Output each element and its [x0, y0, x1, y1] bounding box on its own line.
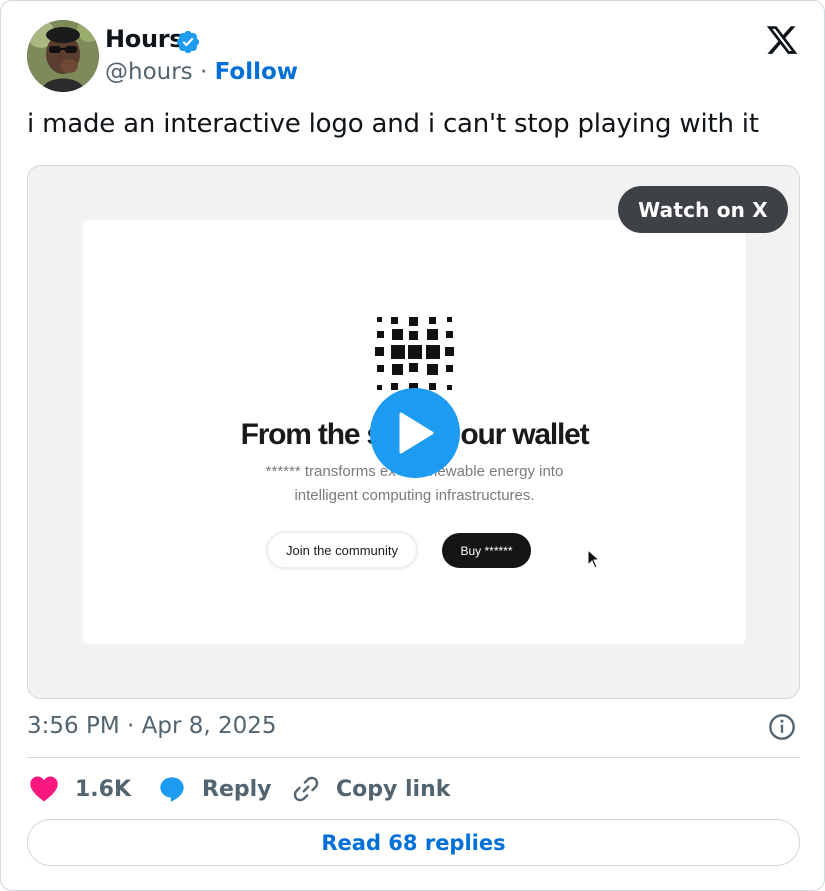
pixel-logo-graphic [375, 317, 454, 392]
avatar[interactable] [27, 20, 99, 92]
handle-row: @hours · Follow [105, 59, 298, 85]
play-button[interactable] [370, 388, 460, 478]
video-media[interactable]: From the s our wallet ****** transforms … [27, 165, 800, 699]
tweet-card: Hours @hours · Follow i made an interact… [0, 0, 825, 891]
verified-badge-icon [176, 30, 200, 54]
join-community-button: Join the community [266, 531, 418, 569]
play-icon [399, 412, 434, 454]
reply-label: Reply [202, 776, 272, 802]
copy-link-action[interactable]: Copy link [292, 771, 450, 807]
tweet-timestamp[interactable]: 3:56 PM · Apr 8, 2025 [27, 713, 277, 739]
follow-button[interactable]: Follow [215, 59, 298, 85]
tweet-text: i made an interactive logo and i can't s… [27, 109, 759, 139]
author-handle[interactable]: @hours [105, 59, 193, 85]
reply-action[interactable]: Reply [158, 771, 272, 807]
x-logo-icon[interactable] [764, 23, 800, 57]
reply-bubble-icon [160, 777, 184, 802]
info-icon[interactable] [768, 713, 796, 741]
cursor-icon [587, 549, 601, 569]
heart-icon [30, 776, 58, 802]
watch-on-x-button[interactable]: Watch on X [618, 186, 788, 233]
link-icon [293, 776, 319, 802]
divider [27, 757, 800, 758]
like-count: 1.6K [75, 776, 132, 802]
copy-link-label: Copy link [336, 776, 451, 802]
buy-button: Buy ****** [442, 533, 531, 568]
video-subline-2: intelligent computing infrastructures. [294, 487, 535, 504]
handle-separator: · [199, 59, 208, 85]
read-replies-button[interactable]: Read 68 replies [27, 819, 800, 866]
author-name[interactable]: Hours [105, 25, 184, 53]
like-action[interactable]: 1.6K [29, 771, 131, 807]
